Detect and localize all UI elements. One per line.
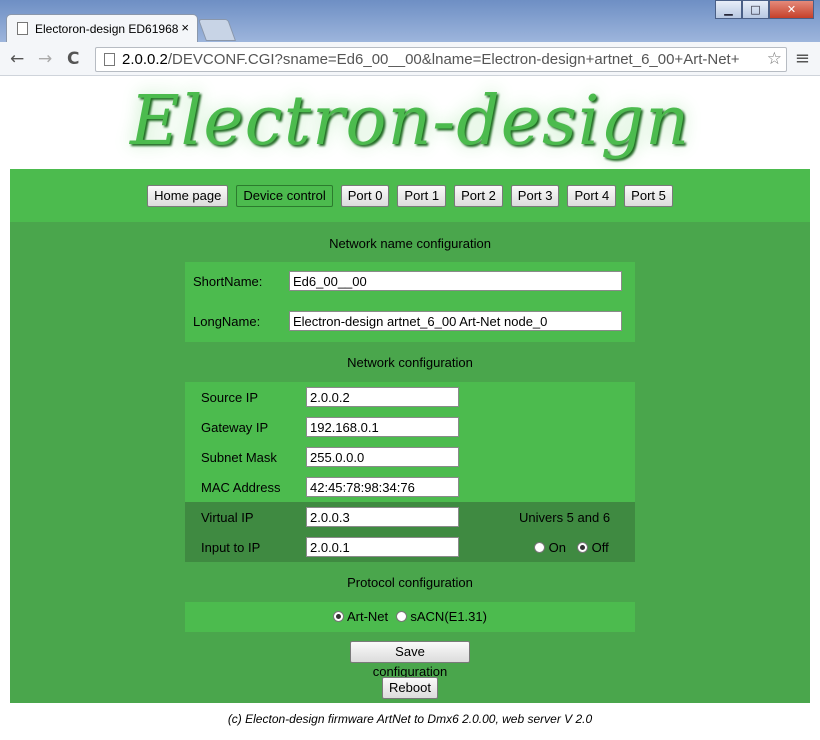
input-to-ip-input[interactable]	[306, 537, 459, 557]
sacn-radio[interactable]	[395, 611, 407, 622]
protocol-config-title: Protocol configuration	[347, 575, 473, 590]
univers-off-label: Off	[591, 540, 609, 555]
tab-title: Electoron-design ED61968	[35, 22, 179, 36]
subnet-mask-label: Subnet Mask	[201, 450, 277, 465]
longname-label: LongName:	[193, 314, 261, 329]
footer-copyright: (c) Electon-design firmware ArtNet to Dm…	[227, 712, 593, 726]
virtual-ip-label: Virtual IP	[201, 510, 254, 525]
univers-label: Univers 5 and 6	[519, 510, 611, 525]
reload-icon[interactable]: C	[67, 49, 79, 69]
main-panel: Home page Device control Port 0 Port 1 P…	[10, 169, 810, 703]
url-text: 2.0.0.2/DEVCONF.CGI?sname=Ed6_00__00&lna…	[122, 51, 739, 68]
page-icon	[17, 22, 28, 35]
shortname-label: ShortName:	[193, 274, 263, 289]
univers-off-option[interactable]: Off	[577, 540, 609, 555]
sacn-label: sACN(E1.31)	[410, 609, 487, 624]
univers-on-radio[interactable]	[534, 542, 545, 553]
browser-tab[interactable]: Electoron-design ED61968 ×	[6, 14, 198, 42]
gateway-ip-input[interactable]	[306, 417, 459, 437]
univers-off-radio[interactable]	[577, 542, 588, 553]
tab-close-icon[interactable]: ×	[181, 20, 189, 35]
gateway-ip-label: Gateway IP	[201, 420, 269, 435]
mac-address-input[interactable]	[306, 477, 459, 497]
nav-port-0[interactable]: Port 0	[340, 185, 390, 207]
network-name-title: Network name configuration	[329, 236, 491, 251]
minimize-button[interactable]: ▁	[715, 0, 742, 19]
source-ip-label: Source IP	[201, 390, 259, 405]
nav-port-5[interactable]: Port 5	[624, 185, 673, 207]
protocol-box: Art-Net sACN(E1.31)	[185, 602, 635, 632]
mac-address-label: MAC Address	[201, 480, 281, 495]
window-controls: ▁ □ ✕	[715, 0, 814, 19]
virtual-ip-box: Virtual IP Univers 5 and 6 Input to IP O…	[185, 502, 635, 562]
subnet-mask-input[interactable]	[306, 447, 459, 467]
network-config-box: Source IP Gateway IP Subnet Mask MAC Add…	[185, 382, 635, 502]
bookmark-star-icon[interactable]: ☆	[767, 49, 782, 69]
shortname-input[interactable]	[289, 271, 622, 291]
source-ip-input[interactable]	[306, 387, 459, 407]
maximize-button[interactable]: □	[742, 0, 769, 19]
address-bar[interactable]: 2.0.0.2/DEVCONF.CGI?sname=Ed6_00__00&lna…	[95, 47, 787, 72]
close-window-button[interactable]: ✕	[769, 0, 814, 19]
univers-on-option[interactable]: On	[534, 540, 566, 555]
nav-port-4[interactable]: Port 4	[567, 185, 617, 207]
univers-on-label: On	[548, 540, 566, 555]
input-to-ip-label: Input to IP	[201, 540, 261, 555]
url-path: /DEVCONF.CGI?sname=Ed6_00__00&lname=Elec…	[167, 51, 740, 68]
artnet-label: Art-Net	[346, 609, 389, 624]
window-titlebar: Electoron-design ED61968 × ▁ □ ✕	[0, 0, 820, 42]
nav-port-3[interactable]: Port 3	[510, 185, 560, 207]
forward-arrow-icon[interactable]: →	[38, 49, 52, 69]
nav-port-2[interactable]: Port 2	[454, 185, 503, 207]
artnet-radio[interactable]	[333, 611, 345, 622]
nav-device-control[interactable]: Device control	[236, 185, 333, 207]
site-logo: Electron-design	[130, 82, 690, 161]
url-host: 2.0.0.2	[122, 51, 168, 68]
network-name-box: ShortName: LongName:	[185, 262, 635, 342]
longname-input[interactable]	[289, 311, 622, 331]
new-tab-button[interactable]	[197, 19, 237, 41]
reboot-button[interactable]: Reboot	[382, 677, 438, 699]
chrome-menu-icon[interactable]: ≡	[795, 48, 810, 69]
page-icon	[104, 53, 115, 66]
browser-toolbar: ← → C 2.0.0.2/DEVCONF.CGI?sname=Ed6_00__…	[0, 42, 820, 76]
back-arrow-icon[interactable]: ←	[10, 49, 24, 69]
virtual-ip-input[interactable]	[306, 507, 459, 527]
nav-port-1[interactable]: Port 1	[397, 185, 447, 207]
nav-bar: Home page Device control Port 0 Port 1 P…	[10, 169, 810, 222]
sacn-option[interactable]: sACN(E1.31)	[395, 609, 487, 624]
nav-home-page[interactable]: Home page	[147, 185, 229, 207]
artnet-option[interactable]: Art-Net	[333, 609, 388, 624]
network-config-title: Network configuration	[347, 355, 473, 370]
save-configuration-button[interactable]: Save configuration	[350, 641, 470, 679]
